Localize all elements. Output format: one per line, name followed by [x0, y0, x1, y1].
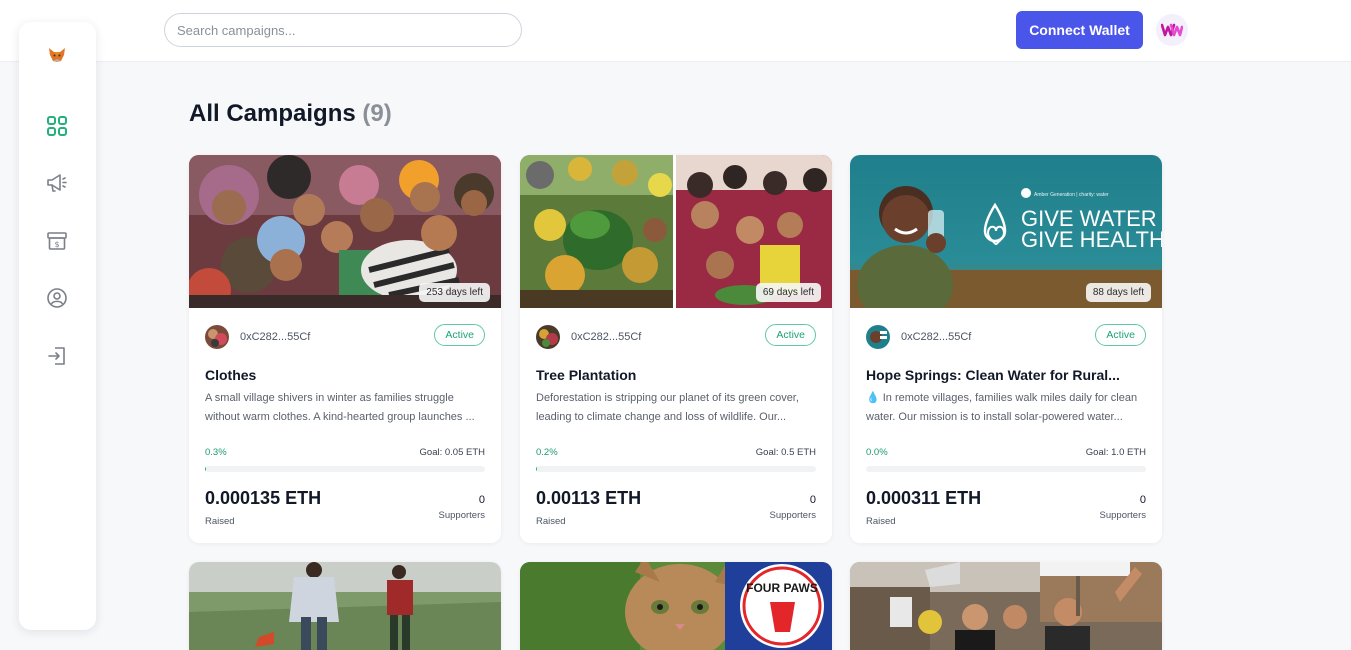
money-box-icon: $: [47, 232, 67, 250]
campaign-card[interactable]: FOUR PAWS: [520, 562, 832, 650]
raised-label: Raised: [536, 516, 566, 527]
owner-address: 0xC282...55Cf: [571, 331, 642, 343]
supporters-count: 0: [478, 494, 485, 506]
connect-wallet-button[interactable]: Connect Wallet: [1016, 11, 1143, 49]
owner-address: 0xC282...55Cf: [240, 331, 311, 343]
progress-bar: [536, 466, 816, 472]
megaphone-icon: [47, 174, 67, 192]
sidebar-item-campaigns[interactable]: [43, 169, 71, 197]
raised-label: Raised: [205, 516, 235, 527]
svg-text:$: $: [54, 240, 59, 249]
campaign-card[interactable]: 253 days left 0xC282...55Cf Active Cloth…: [189, 155, 501, 543]
top-bar: Connect Wallet: [0, 0, 1351, 62]
days-left-badge: 69 days left: [755, 283, 821, 302]
avatar: [536, 325, 560, 349]
avatar: [205, 325, 229, 349]
goal-amount: Goal: 1.0 ETH: [1085, 447, 1146, 458]
campaign-card[interactable]: [850, 562, 1162, 650]
raised-amount: 0.000135 ETH: [205, 488, 322, 508]
progress-bar: [866, 466, 1146, 472]
campaign-description: 💧 In remote villages, families walk mile…: [866, 392, 1138, 423]
fox-logo-icon[interactable]: [43, 41, 71, 69]
raised-label: Raised: [866, 516, 896, 527]
supporters-label: Supporters: [438, 510, 485, 521]
campaign-title[interactable]: Hope Springs: Clean Water for Rural...: [866, 367, 1146, 383]
campaign-description: A small village shivers in winter as fam…: [205, 392, 475, 423]
progress-percent: 0.2%: [536, 447, 558, 458]
campaign-description: Deforestation is stripping our planet of…: [536, 392, 799, 423]
page-title-text: All Campaigns: [189, 100, 356, 127]
days-left-badge: 253 days left: [419, 283, 490, 302]
page-title: All Campaigns (9): [189, 100, 392, 128]
progress-bar: [205, 466, 485, 472]
sidebar: $: [19, 22, 96, 630]
sidebar-item-profile[interactable]: [43, 284, 71, 312]
supporters-label: Supporters: [1099, 510, 1146, 521]
sidebar-item-withdraw[interactable]: $: [43, 227, 71, 255]
status-badge: Active: [765, 324, 816, 346]
user-circle-icon: [47, 288, 67, 308]
supporters-label: Supporters: [769, 510, 816, 521]
status-badge: Active: [434, 324, 485, 346]
campaign-image: [850, 562, 1162, 650]
campaign-card[interactable]: 69 days left 0xC282...55Cf Active Tree P…: [520, 155, 832, 543]
search-input[interactable]: [164, 13, 522, 47]
goal-amount: Goal: 0.05 ETH: [419, 447, 485, 458]
image-brand-text: Amber Generation | charity: water: [1034, 192, 1109, 198]
goal-amount: Goal: 0.5 ETH: [755, 447, 816, 458]
owner-address: 0xC282...55Cf: [901, 331, 972, 343]
four-paws-logo-text: FOUR PAWS: [746, 581, 818, 595]
login-icon: [48, 347, 65, 365]
campaign-count: (9): [362, 100, 392, 127]
sidebar-item-dashboard[interactable]: [43, 112, 71, 140]
avatar: [866, 325, 890, 349]
raised-amount: 0.000311 ETH: [866, 488, 982, 508]
campaign-title[interactable]: Tree Plantation: [536, 367, 816, 383]
campaign-image: FOUR PAWS: [520, 562, 832, 650]
campaign-image: [189, 562, 501, 650]
wm-logo-icon[interactable]: [1156, 14, 1188, 46]
days-left-badge: 88 days left: [1085, 283, 1151, 302]
campaign-title[interactable]: Clothes: [205, 367, 485, 383]
status-badge: Active: [1095, 324, 1146, 346]
campaign-card[interactable]: [189, 562, 501, 650]
progress-percent: 0.3%: [205, 447, 227, 458]
campaign-card[interactable]: GIVE WATER GIVE HEALTH Amber Generation …: [850, 155, 1162, 543]
grid-icon: [47, 116, 67, 136]
supporters-count: 0: [809, 494, 816, 506]
sidebar-item-login[interactable]: [43, 342, 71, 370]
image-headline-2: GIVE HEALTH: [1021, 227, 1162, 252]
progress-percent: 0.0%: [866, 447, 888, 458]
raised-amount: 0.00113 ETH: [536, 488, 642, 508]
supporters-count: 0: [1139, 494, 1146, 506]
